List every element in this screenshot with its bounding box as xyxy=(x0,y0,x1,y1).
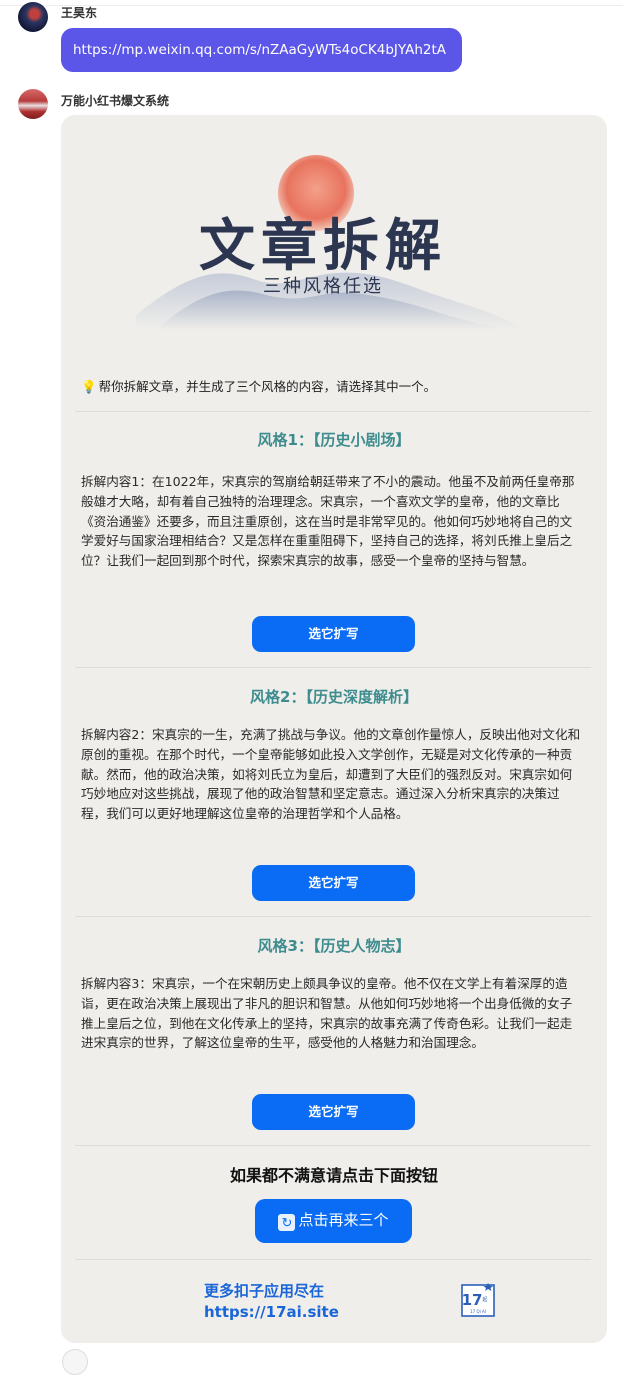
style-3-expand-button[interactable]: 选它扩写 xyxy=(252,1094,415,1130)
retry-button[interactable]: ↻ 点击再来三个 xyxy=(255,1199,412,1243)
bot-reply-card: 文章拆解 三种风格任选 💡 帮你拆解文章，并生成了三个风格的内容，请选择其中一个。… xyxy=(61,115,607,1343)
banner-illustration: 文章拆解 三种风格任选 xyxy=(136,155,516,330)
refresh-icon: ↻ xyxy=(278,1214,296,1231)
site-logo-icon[interactable]: 17 起 17 Qi AI xyxy=(461,1283,495,1317)
style-3-title: 风格3：【历史人物志】 xyxy=(257,937,411,955)
svg-text:17: 17 xyxy=(462,1291,483,1309)
style-3-text: 拆解内容3：宋真宗，一个在宋朝历史上颇具争议的皇帝。他不仅在文学上有着深厚的造诣… xyxy=(81,976,573,1051)
retry-prompt: 如果都不满意请点击下面按钮 xyxy=(229,1166,438,1185)
style-1-text: 拆解内容1：在1022年，宋真宗的驾崩给朝廷带来了不小的震动。他虽不及前两任皇帝… xyxy=(81,474,575,569)
banner-title: 文章拆解 xyxy=(199,213,447,279)
divider xyxy=(75,1259,591,1260)
divider xyxy=(75,916,591,917)
bot-avatar[interactable] xyxy=(18,89,48,119)
style-2-expand-button[interactable]: 选它扩写 xyxy=(252,865,415,901)
style-2-text: 拆解内容2：宋真宗的一生，充满了挑战与争议。他的文章创作量惊人，反映出他对文化和… xyxy=(81,727,581,822)
svg-text:起: 起 xyxy=(482,1297,487,1303)
banner-subtitle: 三种风格任选 xyxy=(263,276,383,297)
style-2-title: 风格2：【历史深度解析】 xyxy=(250,688,418,706)
sender-name: 王昊东 xyxy=(61,6,98,20)
lightbulb-icon: 💡 xyxy=(81,379,97,394)
promo-text[interactable]: 更多扣子应用尽在 https://17ai.site xyxy=(204,1281,339,1323)
next-message-avatar[interactable] xyxy=(62,1349,88,1375)
divider xyxy=(75,667,591,668)
divider xyxy=(75,411,591,412)
svg-text:17 Qi AI: 17 Qi AI xyxy=(470,1309,486,1314)
hint-text: 💡 帮你拆解文章，并生成了三个风格的内容，请选择其中一个。 xyxy=(81,379,437,394)
style-1-title: 风格1：【历史小剧场】 xyxy=(257,431,411,449)
style-1-expand-button[interactable]: 选它扩写 xyxy=(252,616,415,652)
bot-name: 万能小红书爆文系统 xyxy=(61,94,170,108)
sender-avatar[interactable] xyxy=(18,2,48,32)
divider xyxy=(75,1145,591,1146)
link-message-bubble[interactable]: https://mp.weixin.qq.com/s/nZAaGyWTs4oCK… xyxy=(61,28,462,72)
